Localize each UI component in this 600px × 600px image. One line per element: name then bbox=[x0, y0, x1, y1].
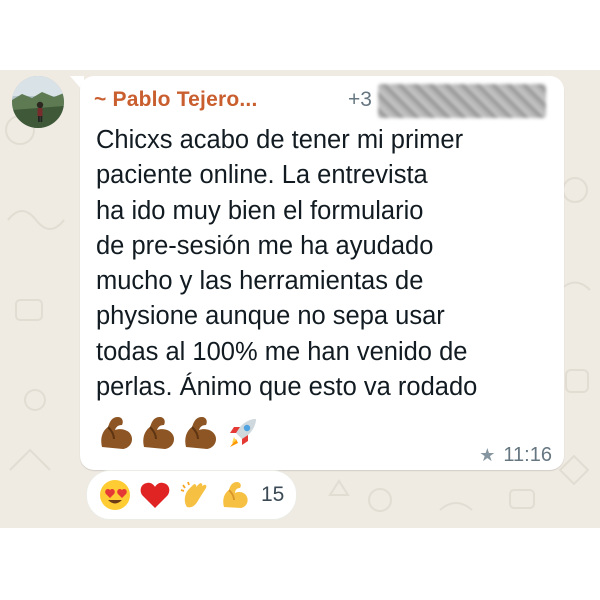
red-heart-icon bbox=[140, 482, 170, 508]
flexed-biceps-icon bbox=[101, 417, 133, 449]
message-text: Chicxs acabo de tener mi primer paciente… bbox=[96, 126, 478, 402]
sender-phone[interactable]: +3 bbox=[348, 88, 372, 112]
message-emoji-row bbox=[96, 413, 262, 453]
flexed-biceps-icon bbox=[143, 417, 175, 449]
rocket-icon bbox=[230, 419, 256, 447]
flexed-biceps-icon bbox=[223, 482, 248, 508]
message-time: 11:16 bbox=[503, 444, 552, 466]
reactions-bar[interactable]: 15 bbox=[86, 470, 298, 520]
avatar-photo-icon bbox=[12, 76, 64, 128]
heart-eyes-icon bbox=[100, 480, 130, 510]
sender-avatar[interactable] bbox=[12, 76, 64, 128]
flexed-biceps-icon bbox=[185, 417, 217, 449]
sender-name[interactable]: ~ Pablo Tejero... bbox=[94, 88, 257, 112]
redacted-phone-number bbox=[378, 84, 546, 118]
clapping-hands-icon bbox=[180, 481, 207, 508]
star-icon: ★ bbox=[479, 445, 496, 465]
message-meta: ★ 11:16 bbox=[479, 444, 552, 467]
reaction-count: 15 bbox=[261, 483, 285, 506]
